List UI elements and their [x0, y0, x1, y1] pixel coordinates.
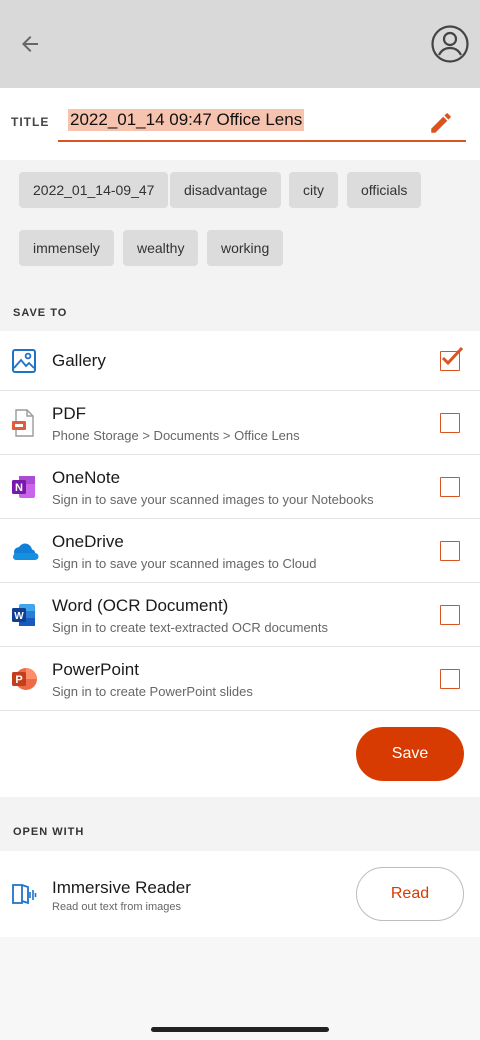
powerpoint-checkbox[interactable]	[440, 669, 460, 689]
open-option-title: Immersive Reader	[52, 878, 191, 897]
tag-chip[interactable]: immensely	[19, 230, 114, 266]
onedrive-icon	[11, 538, 39, 564]
back-arrow-icon	[22, 36, 38, 52]
svg-text:N: N	[15, 482, 23, 494]
pdf-icon	[11, 409, 37, 437]
onedrive-checkbox[interactable]	[440, 541, 460, 561]
save-to-header: SAVE TO	[13, 307, 68, 319]
save-option-subtitle: Phone Storage > Documents > Office Lens	[52, 428, 300, 443]
save-option-subtitle: Sign in to save your scanned images to C…	[52, 556, 317, 571]
gallery-checkbox[interactable]	[440, 346, 464, 371]
save-button[interactable]: Save	[356, 727, 464, 781]
save-option-pdf[interactable]: PDF Phone Storage > Documents > Office L…	[0, 391, 480, 455]
save-option-subtitle: Sign in to save your scanned images to y…	[52, 492, 374, 507]
title-label: TITLE	[11, 115, 50, 129]
pencil-icon	[431, 113, 451, 133]
onenote-checkbox[interactable]	[440, 477, 460, 497]
top-app-bar	[0, 0, 480, 88]
account-button[interactable]	[430, 24, 470, 64]
save-option-subtitle: Sign in to create PowerPoint slides	[52, 684, 253, 699]
back-button[interactable]	[12, 26, 48, 62]
tag-chip[interactable]: wealthy	[123, 230, 199, 266]
bottom-empty-area	[0, 937, 480, 1040]
open-with-list: Immersive Reader Read out text from imag…	[0, 851, 480, 937]
svg-text:P: P	[15, 674, 22, 686]
tag-chip[interactable]: city	[289, 172, 338, 208]
title-input[interactable]: 2022_01_14 09:47 Office Lens	[58, 106, 466, 142]
account-icon	[431, 25, 469, 63]
powerpoint-icon: P	[11, 666, 37, 692]
immersive-reader-icon	[11, 881, 37, 907]
save-option-powerpoint[interactable]: P PowerPoint Sign in to create PowerPoin…	[0, 647, 480, 711]
tag-chip[interactable]: officials	[347, 172, 422, 208]
word-icon: W	[11, 602, 37, 628]
open-with-header: OPEN WITH	[13, 826, 85, 838]
tag-chip[interactable]: 2022_01_14-09_47	[19, 172, 169, 208]
save-option-title: Word (OCR Document)	[52, 596, 229, 615]
save-option-word[interactable]: W Word (OCR Document) Sign in to create …	[0, 583, 480, 647]
save-option-title: OneNote	[52, 468, 121, 487]
save-option-onenote[interactable]: N OneNote Sign in to save your scanned i…	[0, 455, 480, 519]
svg-text:W: W	[14, 611, 24, 622]
home-indicator[interactable]	[151, 1027, 329, 1032]
save-option-title: PowerPoint	[52, 660, 139, 679]
save-option-onedrive[interactable]: OneDrive Sign in to save your scanned im…	[0, 519, 480, 583]
read-button[interactable]: Read	[356, 867, 464, 921]
title-row: TITLE 2022_01_14 09:47 Office Lens	[0, 88, 480, 160]
gallery-icon	[11, 348, 37, 374]
checkmark-icon	[441, 346, 464, 366]
save-to-list: Gallery PDF Phone Storage > Documents > …	[0, 331, 480, 797]
word-checkbox[interactable]	[440, 605, 460, 625]
tag-chip[interactable]: disadvantage	[170, 172, 282, 208]
tag-chip[interactable]: working	[207, 230, 284, 266]
tag-list: 2022_01_14-09_47 disadvantage city offic…	[0, 160, 480, 296]
pdf-checkbox[interactable]	[440, 413, 460, 433]
edit-title-button[interactable]	[428, 110, 454, 136]
onenote-icon: N	[11, 474, 37, 500]
save-option-title: OneDrive	[52, 532, 124, 551]
save-option-title: Gallery	[52, 351, 106, 370]
save-option-subtitle: Sign in to create text-extracted OCR doc…	[52, 620, 329, 635]
open-option-immersive-reader[interactable]: Immersive Reader Read out text from imag…	[0, 851, 480, 937]
save-option-gallery[interactable]: Gallery	[0, 331, 480, 391]
save-option-title: PDF	[52, 404, 86, 423]
title-input-value[interactable]: 2022_01_14 09:47 Office Lens	[68, 109, 305, 131]
open-option-subtitle: Read out text from images	[52, 901, 182, 913]
